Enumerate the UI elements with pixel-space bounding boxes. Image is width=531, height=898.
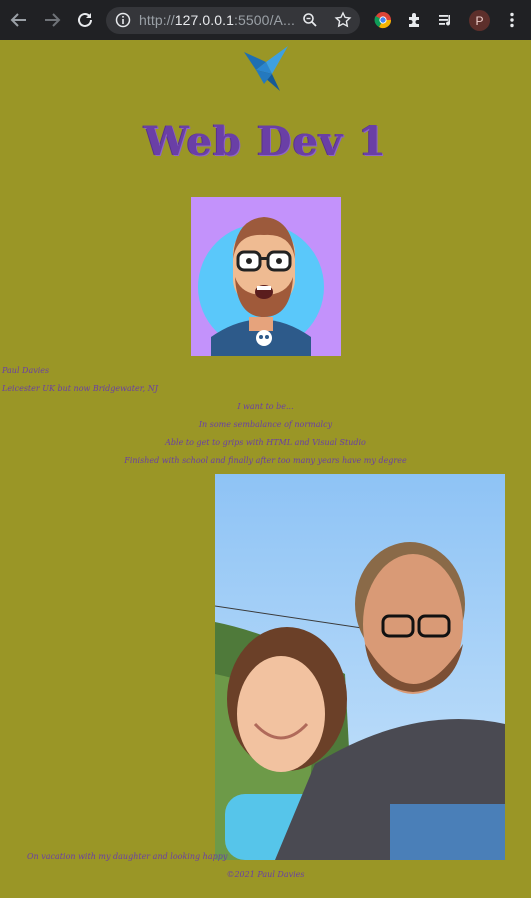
browser-toolbar: http://127.0.0.1:5500/A... P — [0, 0, 531, 40]
url-text[interactable]: http://127.0.0.1:5500/A... — [139, 12, 295, 28]
profile-cartoon-image — [191, 197, 341, 356]
info-icon[interactable] — [115, 12, 131, 32]
footer-copyright: ©2021 Paul Davies — [226, 870, 305, 879]
profile-avatar[interactable]: P — [469, 10, 490, 31]
menu-kebab-icon[interactable] — [502, 10, 522, 30]
goal-item: Able to get to grips with HTML and Visua… — [165, 438, 366, 447]
bird-logo-icon — [242, 44, 290, 92]
page-title: Web Dev 1 — [143, 118, 388, 165]
chrome-extension-icon[interactable] — [373, 10, 393, 30]
back-arrow-icon[interactable] — [9, 10, 29, 30]
extensions-puzzle-icon[interactable] — [405, 10, 425, 30]
goal-item: In some sembalance of normalcy — [198, 420, 333, 429]
author-name: Paul Davies — [2, 366, 50, 375]
address-bar[interactable]: http://127.0.0.1:5500/A... — [106, 7, 360, 34]
vacation-photo — [214, 474, 505, 860]
forward-arrow-icon[interactable] — [42, 10, 62, 30]
goal-item: Finished with school and finally after t… — [124, 456, 407, 465]
goals-heading: I want to be... — [237, 402, 294, 411]
reload-icon[interactable] — [75, 10, 95, 30]
location-text: Leicester UK but now Bridgewater, NJ — [2, 384, 158, 393]
bookmark-star-icon[interactable] — [334, 11, 352, 33]
media-queue-icon[interactable] — [436, 10, 456, 30]
photo-caption: On vacation with my daughter and looking… — [27, 852, 228, 861]
zoom-icon[interactable] — [302, 12, 318, 32]
